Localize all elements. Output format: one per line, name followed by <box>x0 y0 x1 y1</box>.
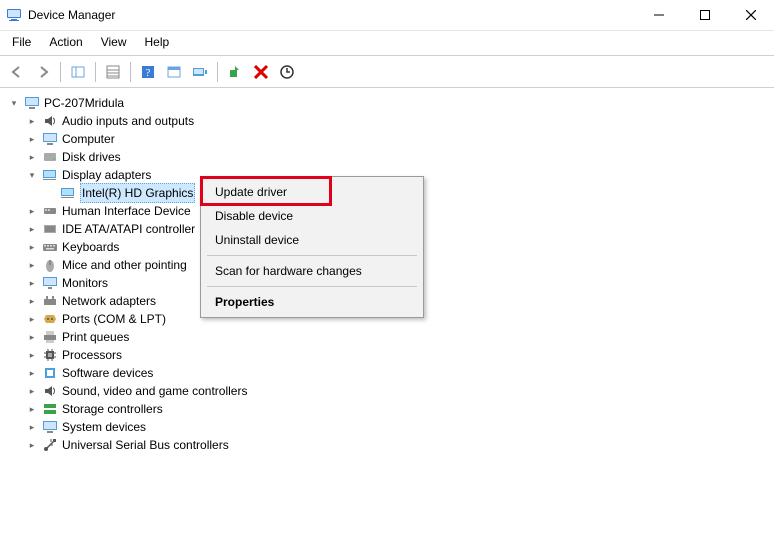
display-adapter-icon <box>42 167 58 183</box>
hid-icon <box>42 203 58 219</box>
expand-icon[interactable]: ▸ <box>26 205 38 217</box>
context-disable-device[interactable]: Disable device <box>203 204 421 228</box>
back-button[interactable] <box>6 61 28 83</box>
toolbar-separator <box>95 62 96 82</box>
context-separator <box>207 286 417 287</box>
tree-node-sound[interactable]: ▸ Sound, video and game controllers <box>24 382 772 400</box>
expand-icon[interactable]: ▸ <box>26 259 38 271</box>
window-controls <box>636 0 774 30</box>
device-manager-icon <box>6 7 22 23</box>
uninstall-button[interactable] <box>250 61 272 83</box>
collapse-icon[interactable]: ▾ <box>26 169 38 181</box>
tree-node-print[interactable]: ▸ Print queues <box>24 328 772 346</box>
tree-root-label: PC-207Mridula <box>44 94 124 112</box>
menu-file[interactable]: File <box>10 33 33 51</box>
menu-help[interactable]: Help <box>143 33 172 51</box>
toolbar-separator <box>130 62 131 82</box>
maximize-button[interactable] <box>682 0 728 30</box>
computer-icon <box>24 95 40 111</box>
expand-icon[interactable]: ▸ <box>26 277 38 289</box>
tree-node-computer[interactable]: ▸ Computer <box>24 130 772 148</box>
close-button[interactable] <box>728 0 774 30</box>
tree-node-software[interactable]: ▸ Software devices <box>24 364 772 382</box>
processor-icon <box>42 347 58 363</box>
svg-text:?: ? <box>146 67 151 79</box>
expand-icon[interactable]: ▸ <box>26 331 38 343</box>
context-scan-hardware[interactable]: Scan for hardware changes <box>203 259 421 283</box>
audio-icon <box>42 113 58 129</box>
tree-node-processors[interactable]: ▸ Processors <box>24 346 772 364</box>
expand-icon[interactable]: ▸ <box>26 133 38 145</box>
sound-icon <box>42 383 58 399</box>
minimize-button[interactable] <box>636 0 682 30</box>
tree-node-system[interactable]: ▸ System devices <box>24 418 772 436</box>
context-update-driver[interactable]: Update driver <box>203 180 421 204</box>
expand-icon[interactable]: ▸ <box>26 223 38 235</box>
tree-node-storage[interactable]: ▸ Storage controllers <box>24 400 772 418</box>
update-driver-button[interactable] <box>276 61 298 83</box>
window-title: Device Manager <box>28 8 636 22</box>
context-properties[interactable]: Properties <box>203 290 421 314</box>
mouse-icon <box>42 257 58 273</box>
device-tree-panel: ▾ PC-207Mridula ▸ Audio inputs and outpu… <box>0 88 774 549</box>
display-adapter-icon <box>60 185 76 201</box>
storage-icon <box>42 401 58 417</box>
expand-icon[interactable]: ▸ <box>26 421 38 433</box>
tree-root[interactable]: ▾ PC-207Mridula <box>6 94 772 112</box>
show-hide-tree-button[interactable] <box>67 61 89 83</box>
expand-icon[interactable]: ▸ <box>26 403 38 415</box>
menu-view[interactable]: View <box>99 33 129 51</box>
expand-icon[interactable]: ▸ <box>26 241 38 253</box>
ide-icon <box>42 221 58 237</box>
action-button[interactable] <box>163 61 185 83</box>
menubar: File Action View Help <box>0 31 774 55</box>
usb-icon <box>42 437 58 453</box>
expand-icon[interactable]: ▸ <box>26 313 38 325</box>
toolbar-separator <box>217 62 218 82</box>
monitor-icon <box>42 275 58 291</box>
expand-icon[interactable]: ▸ <box>26 295 38 307</box>
context-uninstall-device[interactable]: Uninstall device <box>203 228 421 252</box>
toolbar: ? <box>0 55 774 88</box>
enable-button[interactable] <box>224 61 246 83</box>
expand-icon[interactable]: ▸ <box>26 439 38 451</box>
context-separator <box>207 255 417 256</box>
software-icon <box>42 365 58 381</box>
toolbar-separator <box>60 62 61 82</box>
collapse-icon[interactable]: ▾ <box>8 97 20 109</box>
expand-icon[interactable]: ▸ <box>26 151 38 163</box>
menu-action[interactable]: Action <box>47 33 84 51</box>
window-titlebar: Device Manager <box>0 0 774 31</box>
expand-icon[interactable]: ▸ <box>26 349 38 361</box>
keyboard-icon <box>42 239 58 255</box>
expand-icon[interactable]: ▸ <box>26 385 38 397</box>
forward-button[interactable] <box>32 61 54 83</box>
tree-node-usb[interactable]: ▸ Universal Serial Bus controllers <box>24 436 772 454</box>
expand-icon[interactable]: ▸ <box>26 115 38 127</box>
computer-icon <box>42 131 58 147</box>
context-menu: Update driver Disable device Uninstall d… <box>200 176 424 318</box>
properties-button[interactable] <box>102 61 124 83</box>
network-icon <box>42 293 58 309</box>
ports-icon <box>42 311 58 327</box>
printer-icon <box>42 329 58 345</box>
help-button[interactable]: ? <box>137 61 159 83</box>
tree-node-disk[interactable]: ▸ Disk drives <box>24 148 772 166</box>
expand-icon[interactable]: ▸ <box>26 367 38 379</box>
scan-button[interactable] <box>189 61 211 83</box>
system-icon <box>42 419 58 435</box>
tree-node-audio[interactable]: ▸ Audio inputs and outputs <box>24 112 772 130</box>
disk-icon <box>42 149 58 165</box>
